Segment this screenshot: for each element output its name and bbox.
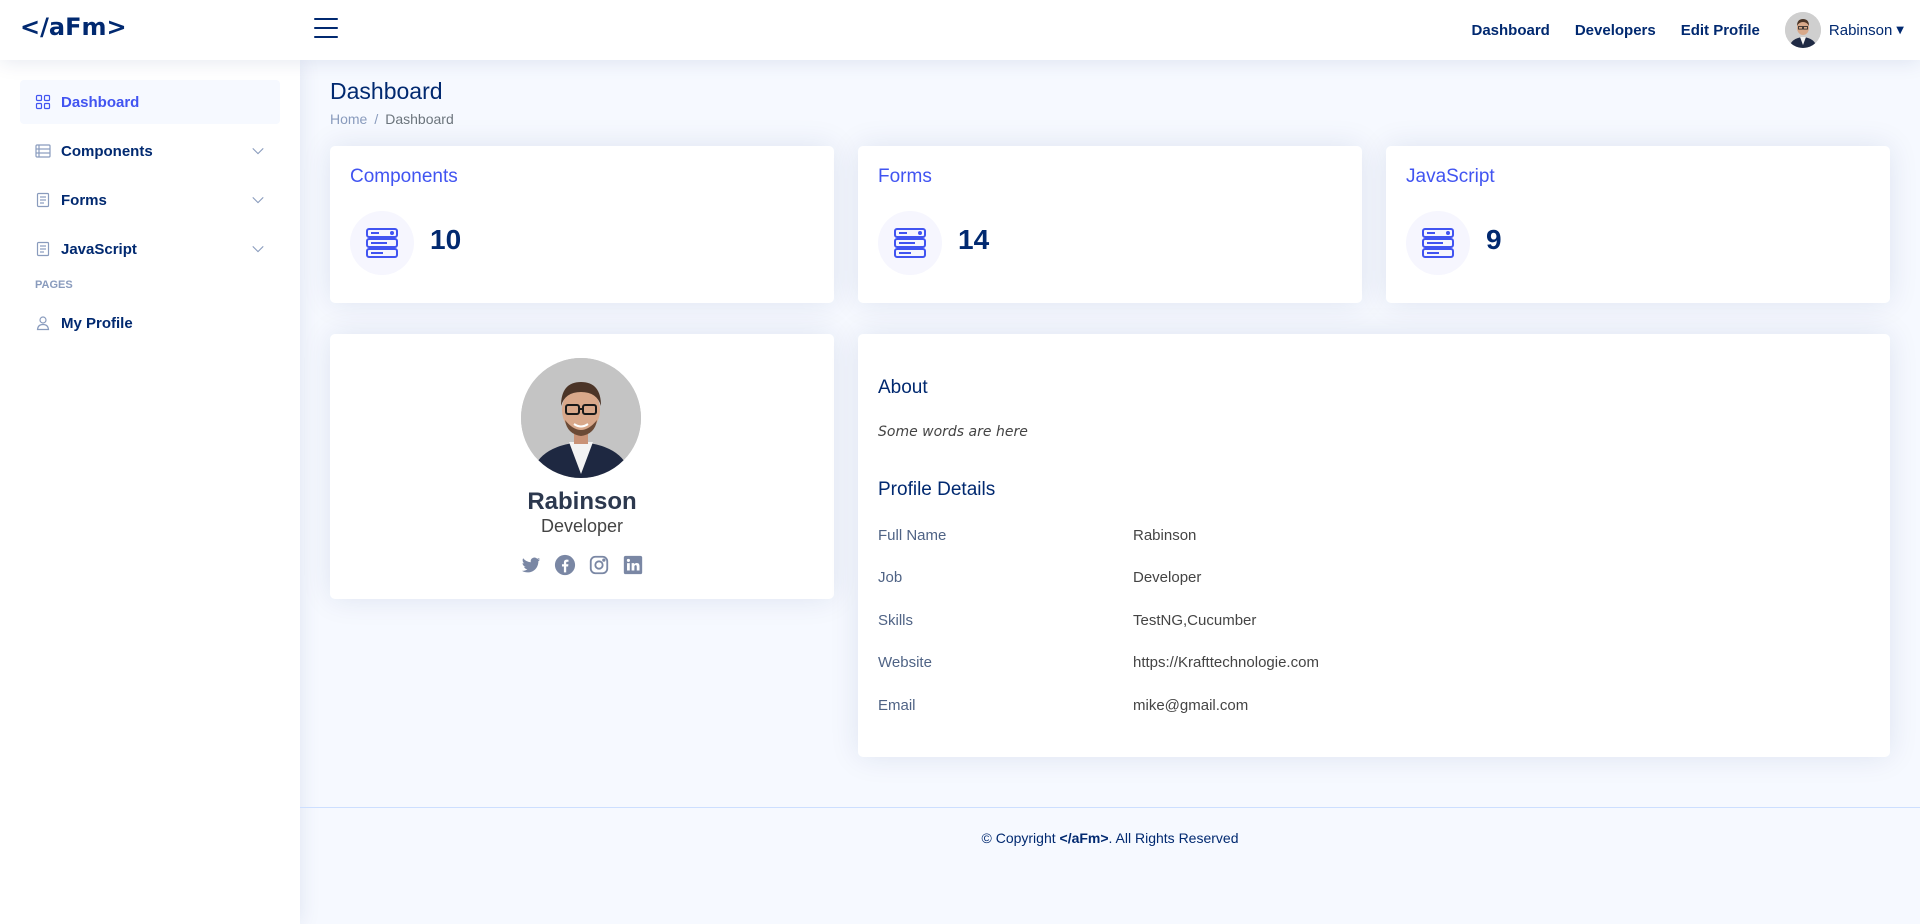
detail-label-website: Website bbox=[878, 654, 932, 671]
breadcrumb-separator: / bbox=[374, 111, 379, 127]
profile-job: Developer bbox=[540, 516, 624, 536]
about-text: Some words are here bbox=[878, 424, 1028, 440]
top-nav: Dashboard Developers Edit Profile Rabins… bbox=[1446, 0, 1904, 60]
detail-value-job: Developer bbox=[1133, 569, 1202, 586]
sidebar-item-label: My Profile bbox=[61, 314, 133, 332]
profile-photo bbox=[521, 358, 641, 478]
server-icon bbox=[350, 211, 414, 275]
nav-developers-link[interactable]: Developers bbox=[1575, 22, 1656, 39]
sidebar-heading-pages: PAGES bbox=[35, 279, 73, 291]
sidebar-item-my-profile[interactable]: My Profile bbox=[20, 301, 280, 345]
linkedin-icon[interactable] bbox=[622, 554, 644, 576]
avatar bbox=[1784, 12, 1821, 48]
twitter-icon[interactable] bbox=[520, 554, 542, 576]
detail-value-skills: TestNG,Cucumber bbox=[1133, 612, 1257, 629]
user-dropdown[interactable]: Rabinson ▼ bbox=[1784, 12, 1904, 48]
sidebar-item-label: JavaScript bbox=[61, 240, 137, 258]
stat-card-forms: Forms 14 bbox=[858, 146, 1362, 303]
sidebar: Dashboard Components Forms JavaScript PA… bbox=[0, 60, 300, 924]
nav-dashboard-link[interactable]: Dashboard bbox=[1471, 22, 1549, 39]
top-header: </aFm> Dashboard Developers Edit Profile… bbox=[0, 0, 1920, 60]
chevron-down-icon bbox=[252, 245, 264, 253]
stat-card-value: 14 bbox=[958, 224, 990, 255]
stat-card-title: Forms bbox=[878, 166, 932, 187]
hamburger-menu-icon[interactable] bbox=[314, 18, 338, 40]
breadcrumb-home[interactable]: Home bbox=[330, 111, 367, 127]
logo[interactable]: </aFm> bbox=[20, 13, 127, 41]
sidebar-item-forms[interactable]: Forms bbox=[20, 178, 280, 222]
sidebar-item-dashboard[interactable]: Dashboard bbox=[20, 80, 280, 124]
page-title-block: Dashboard Home / Dashboard bbox=[330, 78, 454, 127]
sidebar-item-label: Forms bbox=[61, 191, 107, 209]
menu-icon bbox=[35, 144, 51, 158]
caret-down-icon: ▼ bbox=[1896, 24, 1904, 36]
sidebar-item-label: Dashboard bbox=[61, 93, 140, 111]
copyright-suffix: . All Rights Reserved bbox=[1108, 830, 1239, 846]
breadcrumb-current: Dashboard bbox=[385, 111, 454, 127]
profile-name: Rabinson bbox=[527, 488, 637, 515]
facebook-icon[interactable] bbox=[554, 554, 576, 576]
detail-label-job: Job bbox=[878, 569, 903, 586]
person-icon bbox=[36, 316, 50, 331]
detail-value-email: mike@gmail.com bbox=[1133, 697, 1249, 714]
profile-card: Rabinson Developer bbox=[330, 334, 834, 599]
chevron-down-icon bbox=[252, 147, 264, 155]
detail-label-full-name: Full Name bbox=[878, 527, 947, 544]
detail-value-full-name: Rabinson bbox=[1133, 527, 1197, 544]
journal-icon bbox=[36, 241, 50, 257]
stat-card-value: 9 bbox=[1486, 224, 1502, 255]
footer: © Copyright </aFm>. All Rights Reserved bbox=[300, 807, 1920, 924]
profile-details-heading: Profile Details bbox=[878, 479, 996, 500]
copyright-prefix: © Copyright bbox=[981, 830, 1060, 846]
server-icon bbox=[1406, 211, 1470, 275]
sidebar-item-components[interactable]: Components bbox=[20, 129, 280, 173]
page-title: Dashboard bbox=[330, 78, 443, 104]
sidebar-item-javascript[interactable]: JavaScript bbox=[20, 227, 280, 271]
journal-icon bbox=[36, 192, 50, 208]
stat-card-title: JavaScript bbox=[1406, 166, 1495, 187]
server-icon bbox=[878, 211, 942, 275]
nav-edit-profile-link[interactable]: Edit Profile bbox=[1681, 22, 1760, 39]
detail-value-website: https://Krafttechnologie.com bbox=[1133, 654, 1319, 671]
detail-label-email: Email bbox=[878, 697, 916, 714]
about-heading: About bbox=[878, 377, 928, 398]
stat-card-javascript: JavaScript 9 bbox=[1386, 146, 1890, 303]
user-name: Rabinson bbox=[1828, 21, 1893, 39]
breadcrumb: Home / Dashboard bbox=[330, 111, 454, 127]
stat-card-components: Components 10 bbox=[330, 146, 834, 303]
stat-card-title: Components bbox=[350, 166, 458, 187]
detail-label-skills: Skills bbox=[878, 612, 914, 629]
instagram-icon[interactable] bbox=[588, 554, 610, 576]
social-links bbox=[330, 554, 834, 576]
chevron-down-icon bbox=[252, 196, 264, 204]
sidebar-item-label: Components bbox=[61, 142, 153, 160]
stat-card-value: 10 bbox=[430, 224, 462, 255]
copyright-text: © Copyright </aFm>. All Rights Reserved bbox=[300, 830, 1920, 846]
grid-icon bbox=[35, 94, 51, 110]
copyright-brand: </aFm> bbox=[1059, 830, 1109, 846]
profile-details-card: About Some words are here Profile Detail… bbox=[858, 334, 1890, 757]
